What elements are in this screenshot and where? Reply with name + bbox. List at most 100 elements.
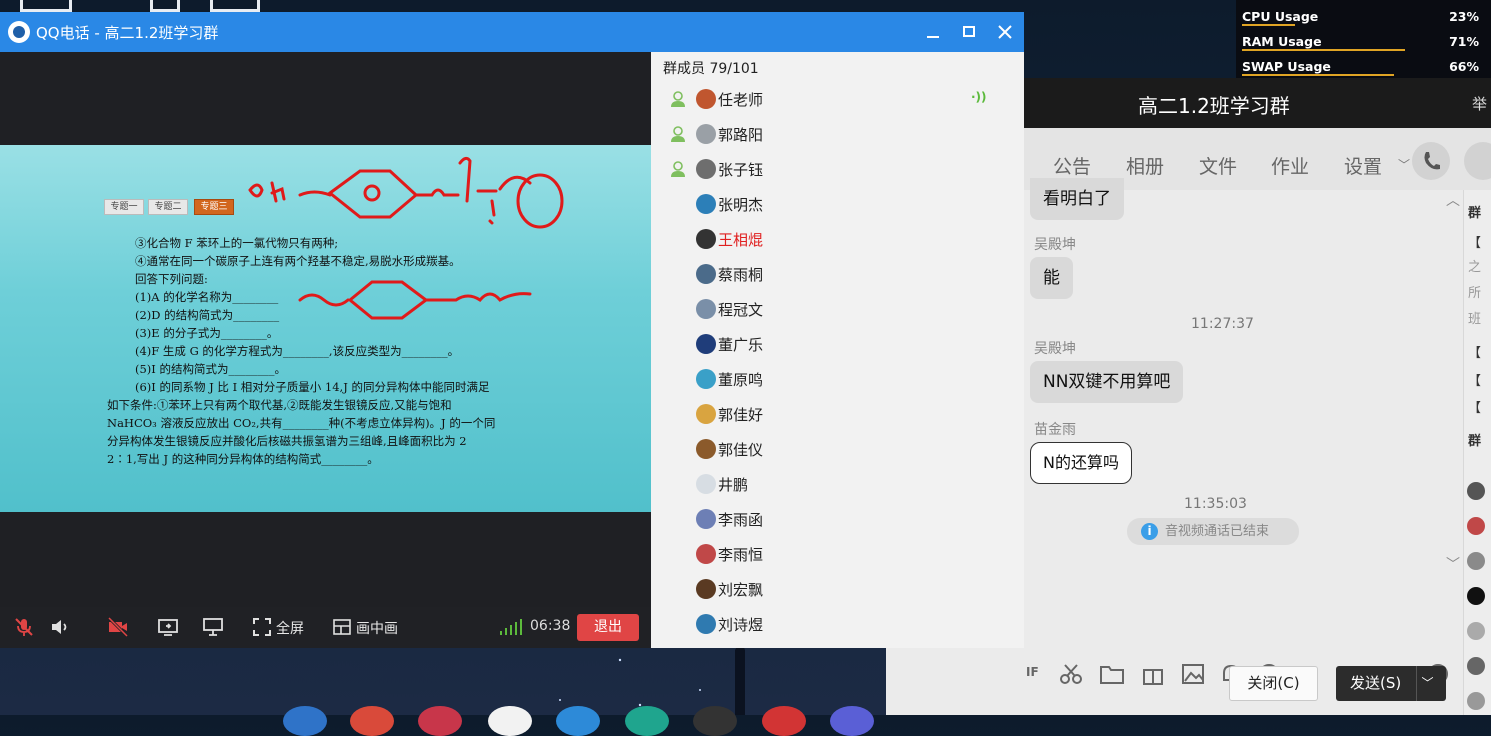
dock-app-icon[interactable] [350,706,394,736]
tab-announcement[interactable]: 公告 [1053,152,1091,179]
chevron-down-icon[interactable]: ﹀ [1398,156,1410,173]
sidebar-text: 群 [1468,434,1482,449]
member-row[interactable]: 郭佳好 [651,397,1024,432]
avatar[interactable] [1467,517,1485,535]
avatar[interactable] [1467,587,1485,605]
presentation-icon[interactable] [203,617,223,637]
member-row[interactable]: 董广乐 [651,327,1024,362]
chat-title-extra[interactable]: 举 [1472,93,1487,114]
member-row[interactable]: 王相焜 [651,222,1024,257]
member-row[interactable]: 蔡雨桐 [651,257,1024,292]
call-title-bar[interactable]: QQ电话 - 高二1.2班学习群 [0,12,1024,52]
expand-down-icon[interactable]: ﹀ [1446,554,1460,574]
member-name: 董原鸣 [718,371,764,389]
member-row[interactable]: 程冠文 [651,292,1024,327]
avatar [696,89,716,109]
message-bubble: NN双键不用算吧 [1030,361,1184,403]
member-row[interactable]: 井鹏 [651,467,1024,502]
close-button[interactable]: 关闭(C) [1229,666,1318,701]
video-call-button[interactable] [1464,142,1491,180]
person-icon [671,161,685,177]
member-name: 张子钰 [718,161,764,179]
microphone-muted-icon[interactable] [14,617,34,637]
avatar[interactable] [1467,692,1485,710]
tab-settings[interactable]: 设置 [1344,152,1382,179]
tab-homework[interactable]: 作业 [1271,152,1309,179]
member-name: 李雨函 [718,511,764,529]
call-timer: 06:38 [530,618,571,634]
chevron-down-icon[interactable]: ﹀ [1416,666,1438,701]
folder-icon[interactable] [1100,664,1124,684]
collapse-up-icon[interactable]: ︿ [1446,190,1460,210]
dock-app-icon[interactable] [625,706,669,736]
fullscreen-button[interactable]: 全屏 [276,618,304,638]
tab-album[interactable]: 相册 [1126,152,1164,179]
fullscreen-icon[interactable] [252,617,272,637]
member-count-header: 群成员 79/101 [663,61,759,77]
member-row[interactable]: 李雨函 [651,502,1024,537]
screen-share-icon[interactable] [158,617,178,637]
sidebar-text: 之 [1468,260,1482,275]
member-name: 郭佳仪 [718,441,764,459]
swap-usage-bar [1242,74,1394,76]
ram-usage-row: RAM Usage 71% [1242,31,1483,56]
send-button[interactable]: 发送(S) ﹀ [1336,666,1446,701]
member-row[interactable]: 李雨恒 [651,537,1024,572]
member-row[interactable]: 郭路阳 [651,117,1024,152]
phone-call-button[interactable] [1412,142,1450,180]
message-bubble: 能 [1030,257,1073,299]
dock-app-icon[interactable] [418,706,462,736]
dock-app-icon[interactable] [488,706,532,736]
member-row[interactable]: 任老师 ·)) [651,82,1024,117]
member-row[interactable]: 董原鸣 [651,362,1024,397]
message-list: 看明白了 ︿ 吴殿坤 能 11:27:37 吴殿坤 NN双键不用算吧 苗金雨 N… [1026,178,1460,585]
member-row[interactable]: 张子钰 [651,152,1024,187]
avatar [696,544,716,564]
exit-call-button[interactable]: 退出 [577,614,639,641]
avatar [696,579,716,599]
member-row[interactable]: 张明杰 [651,187,1024,222]
maximize-icon [963,26,975,37]
member-row[interactable]: 刘诗煜 [651,607,1024,642]
message-timestamp: 11:27:37 [1191,316,1254,332]
avatar[interactable] [1467,657,1485,675]
message-sender: 吴殿坤 [1034,341,1076,357]
avatar [696,159,716,179]
qq-logo-icon [8,21,30,43]
message-bubble-special: N的还算吗 [1030,442,1132,484]
avatar[interactable] [1467,482,1485,500]
info-icon: i [1141,523,1158,540]
speaker-icon[interactable] [50,617,70,637]
member-row[interactable]: 刘宏飘 [651,572,1024,607]
scissors-icon[interactable] [1060,663,1082,685]
ram-usage-label: RAM Usage [1242,34,1322,49]
dock-app-icon[interactable] [693,706,737,736]
avatar [696,509,716,529]
avatar [696,124,716,144]
gif-icon[interactable]: IF [1026,665,1039,679]
picture-in-picture-button[interactable]: 画中画 [356,618,398,638]
close-icon [998,25,1012,39]
message-sender: 苗金雨 [1034,422,1076,438]
dock-app-icon[interactable] [556,706,600,736]
tab-files[interactable]: 文件 [1199,152,1237,179]
dock-app-icon[interactable] [283,706,327,736]
phone-icon [1424,152,1440,170]
signal-strength-icon [500,619,522,635]
avatar [696,299,716,319]
member-row[interactable]: 郭佳仪 [651,432,1024,467]
member-name: 董广乐 [718,336,764,354]
dock-app-icon[interactable] [762,706,806,736]
send-button-label: 发送(S) [1350,674,1402,692]
avatar[interactable] [1467,552,1485,570]
camera-off-icon[interactable] [108,617,128,637]
image-icon[interactable] [1182,663,1204,685]
close-window-button[interactable] [992,18,1018,46]
maximize-button[interactable] [956,18,982,46]
gift-icon[interactable] [1142,663,1164,685]
avatar [696,404,716,424]
dock-app-icon[interactable] [830,706,874,736]
picture-in-picture-icon[interactable] [332,617,352,637]
minimize-button[interactable] [920,18,946,46]
avatar[interactable] [1467,622,1485,640]
